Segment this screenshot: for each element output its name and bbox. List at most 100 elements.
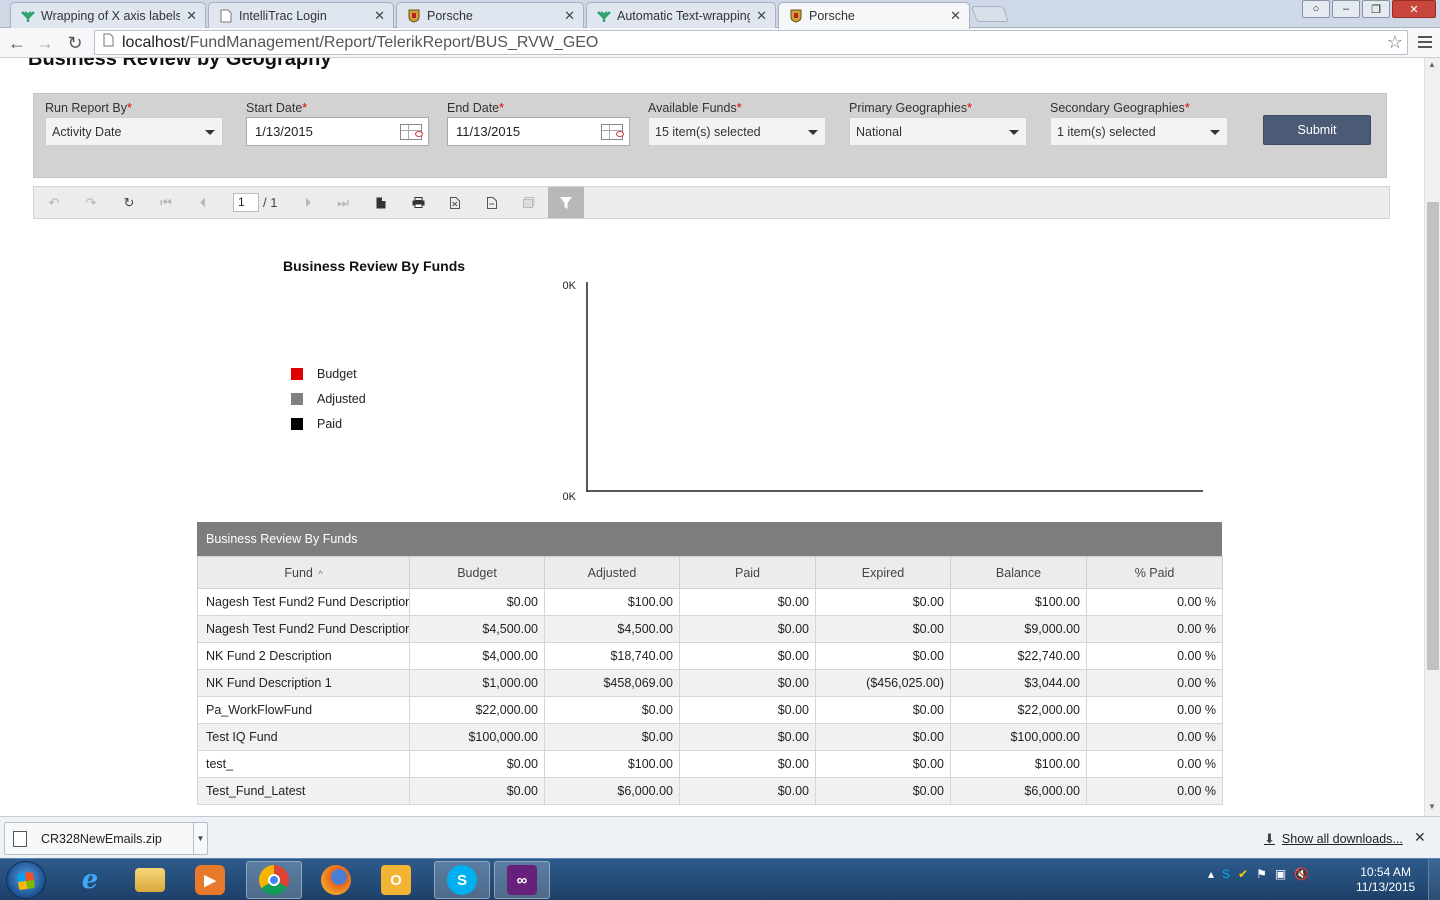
column-header-budget[interactable]: Budget <box>409 556 545 589</box>
chevron-down-icon[interactable]: ▼ <box>193 823 207 854</box>
primary-geographies-select[interactable]: National <box>849 117 1027 146</box>
new-tab-button[interactable] <box>971 6 1009 22</box>
end-date-input[interactable]: 11/13/2015 <box>447 117 630 146</box>
system-clock[interactable]: 10:54 AM 11/13/2015 <box>1356 865 1415 895</box>
table-row[interactable]: Nagesh Test Fund2 Fund Description $4,500… <box>197 615 1223 643</box>
minimize-icon[interactable]: ‒ <box>1332 0 1360 18</box>
chrome-icon[interactable] <box>246 861 302 899</box>
action-center-flag-icon[interactable]: ⚑ <box>1256 867 1267 881</box>
table-cell: 0.00 % <box>1086 696 1223 724</box>
table-row[interactable]: NK Fund Description 1 $1,000.00 $458,069.0… <box>197 669 1223 697</box>
close-tab-icon[interactable]: ✕ <box>756 8 767 24</box>
firefox-icon[interactable] <box>308 861 364 899</box>
fund-name-cell: Test IQ Fund <box>197 723 410 751</box>
available-funds-label: Available Funds <box>648 101 737 115</box>
page-number-input[interactable]: 1 <box>233 193 259 212</box>
show-hidden-icons-icon[interactable]: ▴ <box>1208 867 1214 881</box>
previous-page-icon[interactable]: ⏴ <box>185 187 221 218</box>
back-icon[interactable]: ← <box>6 32 28 54</box>
export-icon[interactable] <box>474 187 510 218</box>
scroll-down-icon[interactable]: ▼ <box>1428 802 1436 811</box>
browser-tab[interactable]: Porsche ✕ <box>396 2 584 28</box>
column-header-expired[interactable]: Expired <box>815 556 951 589</box>
volume-muted-icon[interactable]: 🔇 <box>1294 867 1309 881</box>
calendar-icon[interactable] <box>601 124 624 140</box>
show-desktop-button[interactable] <box>1428 859 1440 900</box>
address-bar[interactable]: localhost/FundManagement/Report/TelerikR… <box>94 30 1408 55</box>
download-item[interactable]: CR328NewEmails.zip ▼ <box>4 822 208 855</box>
page-scrollbar[interactable]: ▲ ▼ <box>1424 58 1440 816</box>
submit-button[interactable]: Submit <box>1263 115 1371 145</box>
required-marker: * <box>499 101 504 115</box>
legend-swatch <box>291 417 303 430</box>
close-tab-icon[interactable]: ✕ <box>564 8 575 24</box>
close-downloads-icon[interactable]: ✕ <box>1414 829 1426 846</box>
restore-icon[interactable]: ❐ <box>1362 0 1390 18</box>
visual-studio-icon[interactable]: ∞ <box>494 861 550 899</box>
outlook-icon[interactable]: O <box>368 861 424 899</box>
secondary-geographies-select[interactable]: 1 item(s) selected <box>1050 117 1228 146</box>
file-explorer-icon[interactable] <box>122 861 178 899</box>
network-icon[interactable]: ▣ <box>1275 867 1286 881</box>
available-funds-select[interactable]: 15 item(s) selected <box>648 117 826 146</box>
browser-tab[interactable]: Automatic Text-wrapping ✕ <box>586 2 776 28</box>
start-button[interactable] <box>6 861 46 899</box>
legend-swatch <box>291 392 303 405</box>
required-marker: * <box>967 101 972 115</box>
table-row[interactable]: test_ $0.00 $100.00 $0.00 $0.00 $100.00 0.00 % <box>197 750 1223 778</box>
calendar-icon[interactable] <box>400 124 423 140</box>
browser-tab[interactable]: IntelliTrac Login ✕ <box>208 2 394 28</box>
scroll-up-icon[interactable]: ▲ <box>1428 60 1436 69</box>
table-cell: $22,740.00 <box>950 642 1087 670</box>
first-page-icon[interactable]: ⏮ <box>148 187 184 218</box>
skype-tray-icon[interactable]: S <box>1222 867 1230 881</box>
norton-icon[interactable]: ✔ <box>1238 867 1248 881</box>
browser-tab-strip: Wrapping of X axis labels ✕ IntelliTrac … <box>0 0 1440 29</box>
parameters-icon[interactable] <box>511 187 547 218</box>
close-tab-icon[interactable]: ✕ <box>374 8 385 24</box>
telerik-icon <box>597 9 611 23</box>
windows-taskbar: e ▶ O S ∞ ▴ S ✔ ⚑ ▣ 🔇 10:54 AM 11/13/201… <box>0 858 1440 900</box>
column-header-fund[interactable]: Fund ^ <box>197 556 410 589</box>
table-row[interactable]: Nagesh Test Fund2 Fund Description $0.00 $… <box>197 588 1223 616</box>
document-map-icon[interactable] <box>363 187 399 218</box>
forward-icon[interactable]: → <box>34 32 56 54</box>
table-row[interactable]: Pa_WorkFlowFund $22,000.00 $0.00 $0.00 $0.00… <box>197 696 1223 724</box>
scrollbar-thumb[interactable] <box>1427 202 1439 670</box>
browser-menu-icon[interactable] <box>1418 36 1432 51</box>
column-header-adjusted[interactable]: Adjusted <box>544 556 680 589</box>
browser-tab-active[interactable]: Porsche ✕ <box>778 2 970 29</box>
column-header-balance[interactable]: Balance <box>950 556 1087 589</box>
table-row[interactable]: NK Fund 2 Description $4,000.00 $18,740.00… <box>197 642 1223 670</box>
print-icon[interactable] <box>400 187 436 218</box>
media-player-icon[interactable]: ▶ <box>182 861 238 899</box>
redo-icon[interactable]: ↷ <box>73 187 109 218</box>
close-tab-icon[interactable]: ✕ <box>950 8 961 24</box>
table-cell: 0.00 % <box>1086 588 1223 616</box>
primary-geographies-label: Primary Geographies <box>849 101 968 115</box>
user-profile-icon[interactable]: ○ <box>1302 0 1330 18</box>
run-report-by-label: Run Report By <box>45 101 127 115</box>
show-all-downloads-link[interactable]: ⬇ Show all downloads... <box>1264 831 1403 847</box>
browser-tab[interactable]: Wrapping of X axis labels ✕ <box>10 2 206 28</box>
table-row[interactable]: Test_Fund_Latest $0.00 $6,000.00 $0.00 $0.00… <box>197 777 1223 805</box>
start-date-input[interactable]: 1/13/2015 <box>246 117 429 146</box>
print-preview-icon[interactable] <box>437 187 473 218</box>
bookmark-star-icon[interactable]: ☆ <box>1387 32 1403 53</box>
window-close-icon[interactable]: ✕ <box>1392 0 1436 18</box>
internet-explorer-icon[interactable]: e <box>62 861 118 899</box>
table-cell: $6,000.00 <box>544 777 680 805</box>
undo-icon[interactable]: ↶ <box>36 187 72 218</box>
refresh-icon[interactable]: ↻ <box>111 187 147 218</box>
next-page-icon[interactable]: ⏵ <box>290 187 326 218</box>
last-page-icon[interactable]: ⏭ <box>325 187 361 218</box>
close-tab-icon[interactable]: ✕ <box>186 8 197 24</box>
column-header-paid[interactable]: Paid <box>679 556 816 589</box>
column-header-percent-paid[interactable]: % Paid <box>1086 556 1223 589</box>
run-report-by-select[interactable]: Activity Date <box>45 117 223 146</box>
filter-icon[interactable] <box>548 187 584 218</box>
table-row[interactable]: Test IQ Fund $100,000.00 $0.00 $0.00 $0.00 $1… <box>197 723 1223 751</box>
reload-icon[interactable]: ↻ <box>64 32 86 54</box>
url-path: /FundManagement/Report/TelerikReport/BUS… <box>185 33 599 51</box>
skype-icon[interactable]: S <box>434 861 490 899</box>
